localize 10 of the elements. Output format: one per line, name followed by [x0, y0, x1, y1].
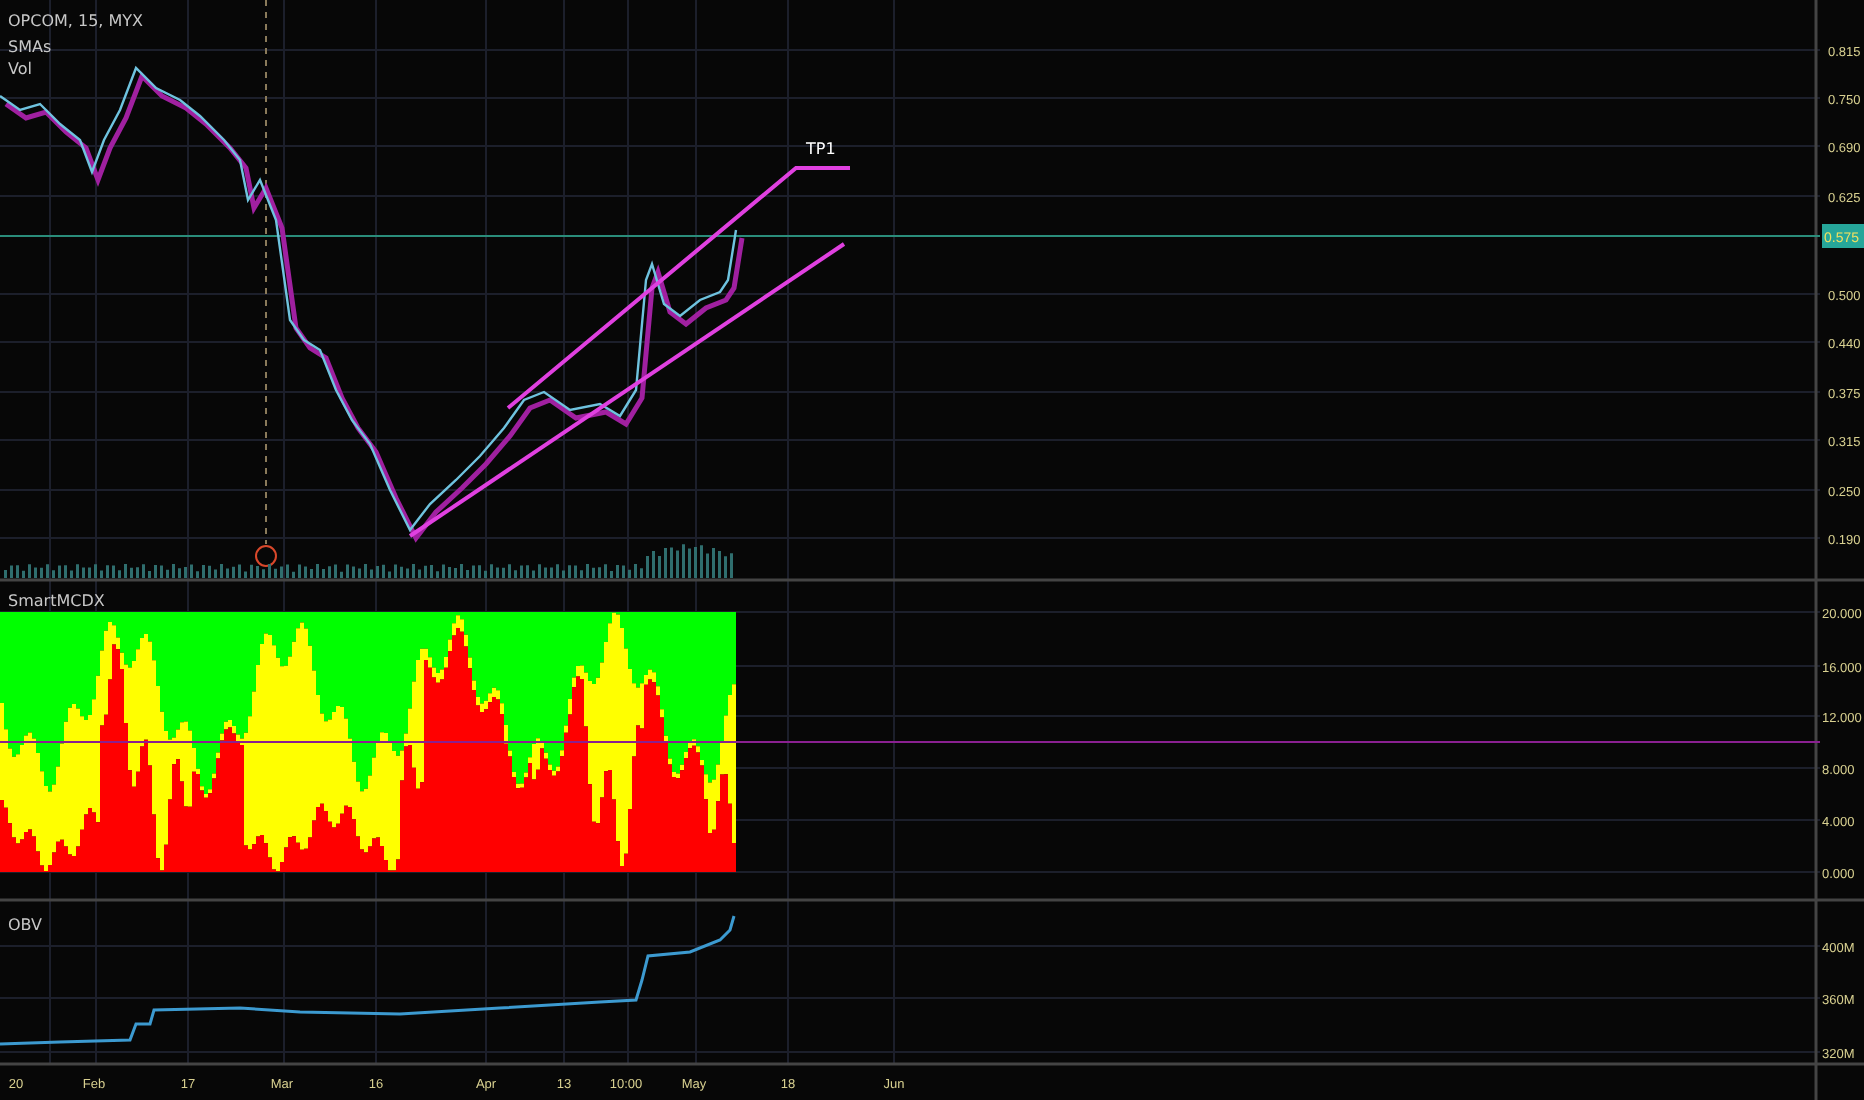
indicator-label[interactable]: SMAs — [8, 38, 52, 56]
pane-title[interactable]: SmartMCDX — [8, 592, 105, 610]
target-label: TP1 — [806, 140, 836, 158]
target-trend-line[interactable] — [506, 166, 850, 410]
pane-title[interactable]: OBV — [8, 916, 43, 934]
last-price-tag — [1822, 224, 1864, 248]
symbol-legend[interactable]: OPCOM, 15, MYX — [8, 12, 144, 30]
indicator-label[interactable]: Vol — [8, 60, 32, 78]
trend-line[interactable] — [408, 242, 846, 538]
event-marker-icon[interactable] — [255, 545, 277, 567]
